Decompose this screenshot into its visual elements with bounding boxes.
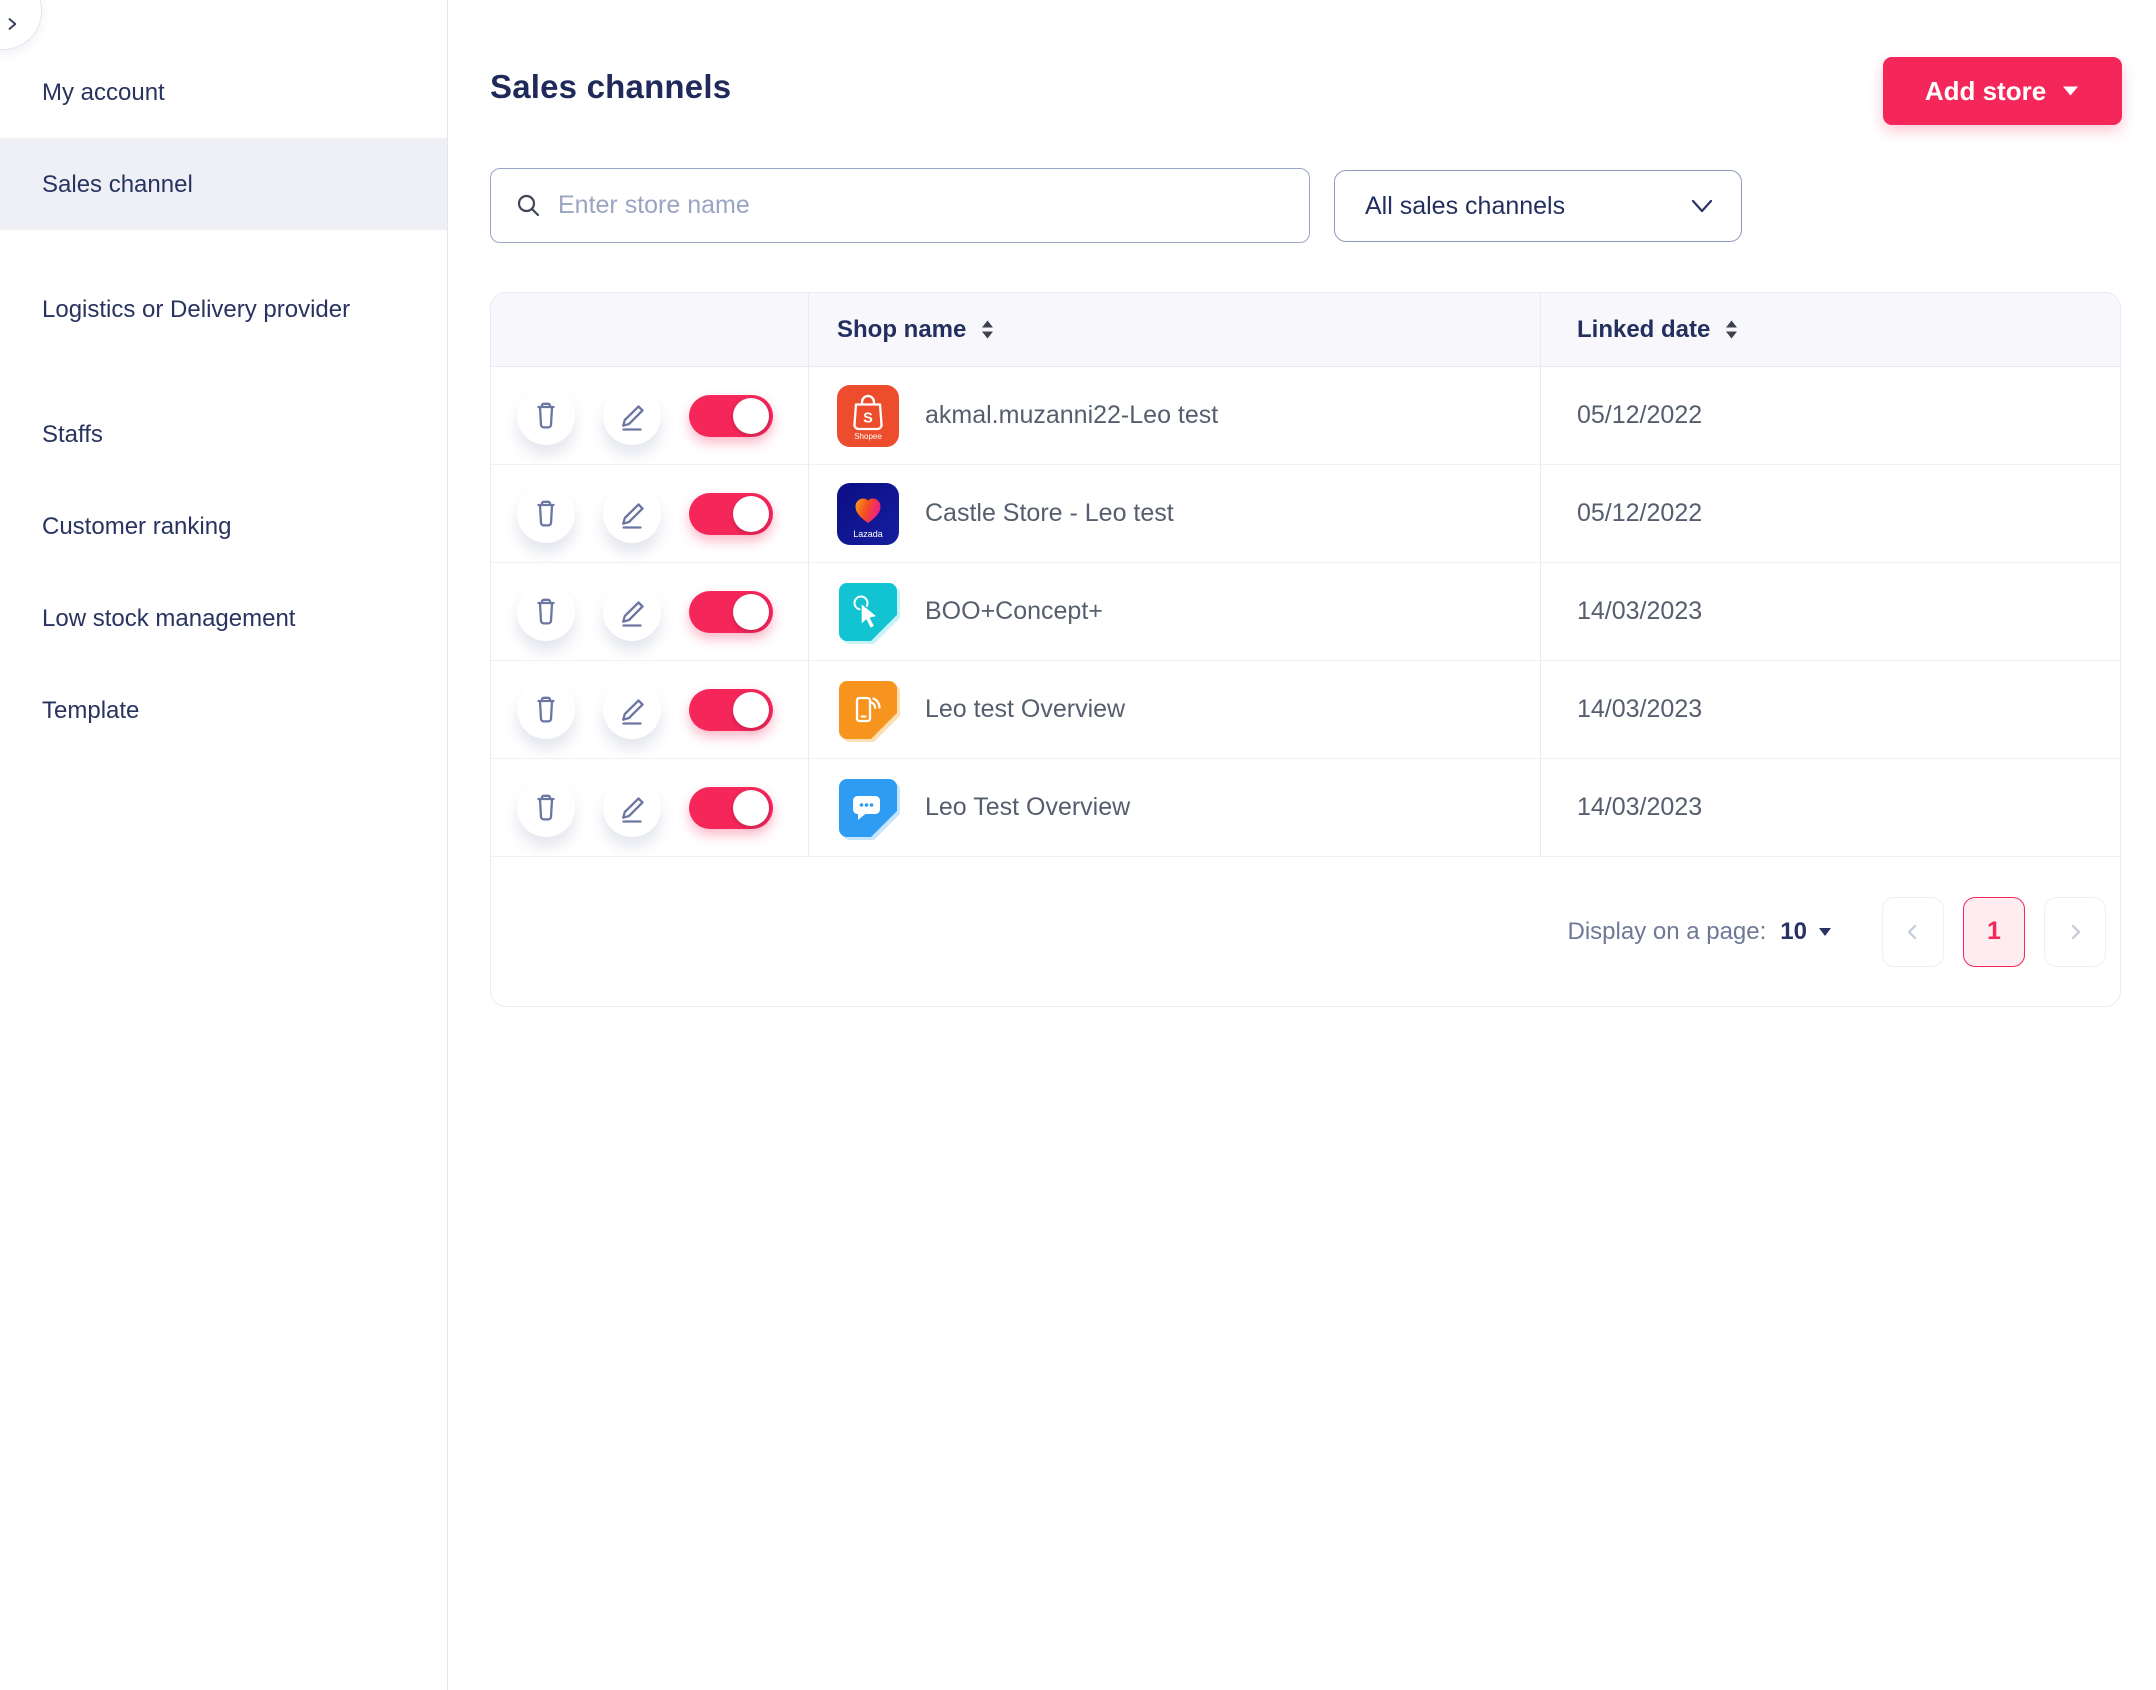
linked-date: 14/03/2023	[1577, 695, 1702, 724]
sidebar-item-low-stock-management[interactable]: Low stock management	[0, 572, 447, 664]
sidebar-item-template[interactable]: Template	[0, 664, 447, 756]
chevron-right-icon	[3, 15, 21, 33]
page-size-select[interactable]: 10	[1780, 918, 1833, 946]
page-size-label: Display on a page:	[1568, 918, 1767, 946]
next-page-button[interactable]	[2044, 897, 2106, 967]
shop-name: Leo Test Overview	[925, 793, 1130, 822]
chevron-down-icon	[1689, 197, 1715, 215]
channel-filter-select[interactable]: All sales channels	[1334, 170, 1742, 242]
store-enabled-toggle[interactable]	[689, 493, 773, 535]
shop-name: Castle Store - Leo test	[925, 499, 1174, 528]
linked-date: 05/12/2022	[1577, 499, 1702, 528]
sidebar-item-label: Template	[42, 692, 139, 729]
prev-page-button[interactable]	[1882, 897, 1944, 967]
sidebar-nav: My account Sales channel Logistics or De…	[0, 0, 447, 756]
add-store-button[interactable]: Add store	[1883, 57, 2122, 125]
delete-store-button[interactable]	[517, 485, 575, 543]
sales-channels-table: Shop name Linked date	[490, 292, 2121, 1007]
edit-store-button[interactable]	[603, 485, 661, 543]
sales-channels-page: Sales channels Add store All sales chann…	[448, 0, 2156, 1690]
delete-store-button[interactable]	[517, 681, 575, 739]
table-row: S Shopee akmal.muzanni22-Leo test 05/12/…	[491, 367, 2120, 465]
shop-name: akmal.muzanni22-Leo test	[925, 401, 1218, 430]
table-row: Leo test Overview 14/03/2023	[491, 661, 2120, 759]
settings-sidebar: My account Sales channel Logistics or De…	[0, 0, 448, 1690]
caret-down-icon	[2061, 84, 2080, 98]
edit-store-button[interactable]	[603, 779, 661, 837]
sidebar-item-label: My account	[42, 74, 165, 111]
pencil-icon	[614, 692, 650, 728]
trash-icon	[528, 398, 564, 434]
pencil-icon	[614, 398, 650, 434]
shop-name-header: Shop name	[837, 316, 966, 344]
contactless-payment-icon	[837, 679, 899, 741]
search-input[interactable]	[558, 191, 1289, 220]
table-row: Lazada Castle Store - Leo test 05/12/202…	[491, 465, 2120, 563]
edit-store-button[interactable]	[603, 583, 661, 641]
linked-date-header: Linked date	[1577, 316, 1710, 344]
page-size-value: 10	[1780, 918, 1807, 946]
sidebar-item-label: Staffs	[42, 416, 103, 453]
table-footer: Display on a page: 10 1	[491, 857, 2120, 1006]
sort-icon[interactable]	[1724, 319, 1739, 340]
sidebar-item-my-account[interactable]: My account	[0, 46, 447, 138]
delete-store-button[interactable]	[517, 583, 575, 641]
sidebar-item-label: Customer ranking	[42, 508, 231, 545]
store-enabled-toggle[interactable]	[689, 689, 773, 731]
store-enabled-toggle[interactable]	[689, 591, 773, 633]
shop-name: Leo test Overview	[925, 695, 1125, 724]
sidebar-item-sales-channel[interactable]: Sales channel	[0, 138, 447, 230]
svg-text:Shopee: Shopee	[854, 432, 882, 441]
edit-store-button[interactable]	[603, 387, 661, 445]
table-row: Leo Test Overview 14/03/2023	[491, 759, 2120, 857]
sidebar-item-label: Low stock management	[42, 600, 295, 637]
trash-icon	[528, 790, 564, 826]
table-row: BOO+Concept+ 14/03/2023	[491, 563, 2120, 661]
channel-filter-value: All sales channels	[1365, 192, 1565, 221]
page-number-button[interactable]: 1	[1963, 897, 2025, 967]
table-body: S Shopee akmal.muzanni22-Leo test 05/12/…	[491, 367, 2120, 857]
shop-name: BOO+Concept+	[925, 597, 1103, 626]
caret-down-icon	[1817, 926, 1833, 938]
sidebar-item-staffs[interactable]: Staffs	[0, 388, 447, 480]
trash-icon	[528, 594, 564, 630]
sidebar-item-customer-ranking[interactable]: Customer ranking	[0, 480, 447, 572]
linked-date: 14/03/2023	[1577, 597, 1702, 626]
toggle-knob	[733, 398, 769, 434]
linked-date: 05/12/2022	[1577, 401, 1702, 430]
sidebar-item-logistics-or-delivery-provider[interactable]: Logistics or Delivery provider	[0, 230, 447, 388]
search-icon	[515, 192, 542, 219]
delete-store-button[interactable]	[517, 387, 575, 445]
toggle-knob	[733, 692, 769, 728]
toggle-knob	[733, 790, 769, 826]
store-enabled-toggle[interactable]	[689, 395, 773, 437]
page-title: Sales channels	[490, 68, 731, 106]
sort-icon[interactable]	[980, 319, 995, 340]
edit-store-button[interactable]	[603, 681, 661, 739]
chevron-right-icon	[2063, 920, 2087, 944]
chevron-left-icon	[1901, 920, 1925, 944]
sidebar-item-label: Logistics or Delivery provider	[42, 291, 350, 328]
sidebar-item-label: Sales channel	[42, 166, 193, 203]
svg-text:S: S	[863, 410, 873, 426]
linked-date: 14/03/2023	[1577, 793, 1702, 822]
pencil-icon	[614, 594, 650, 630]
store-search-box	[490, 168, 1310, 243]
store-enabled-toggle[interactable]	[689, 787, 773, 829]
delete-store-button[interactable]	[517, 779, 575, 837]
pencil-icon	[614, 790, 650, 826]
pos-click-icon	[837, 581, 899, 643]
svg-text:Lazada: Lazada	[853, 529, 883, 539]
settings-screen: My account Sales channel Logistics or De…	[0, 0, 2156, 1690]
add-store-label: Add store	[1925, 76, 2046, 107]
shopee-icon: S Shopee	[837, 385, 899, 447]
toggle-knob	[733, 496, 769, 532]
trash-icon	[528, 692, 564, 728]
chat-bubble-icon	[837, 777, 899, 839]
toggle-knob	[733, 594, 769, 630]
trash-icon	[528, 496, 564, 532]
pencil-icon	[614, 496, 650, 532]
table-header: Shop name Linked date	[491, 293, 2120, 367]
lazada-icon: Lazada	[837, 483, 899, 545]
